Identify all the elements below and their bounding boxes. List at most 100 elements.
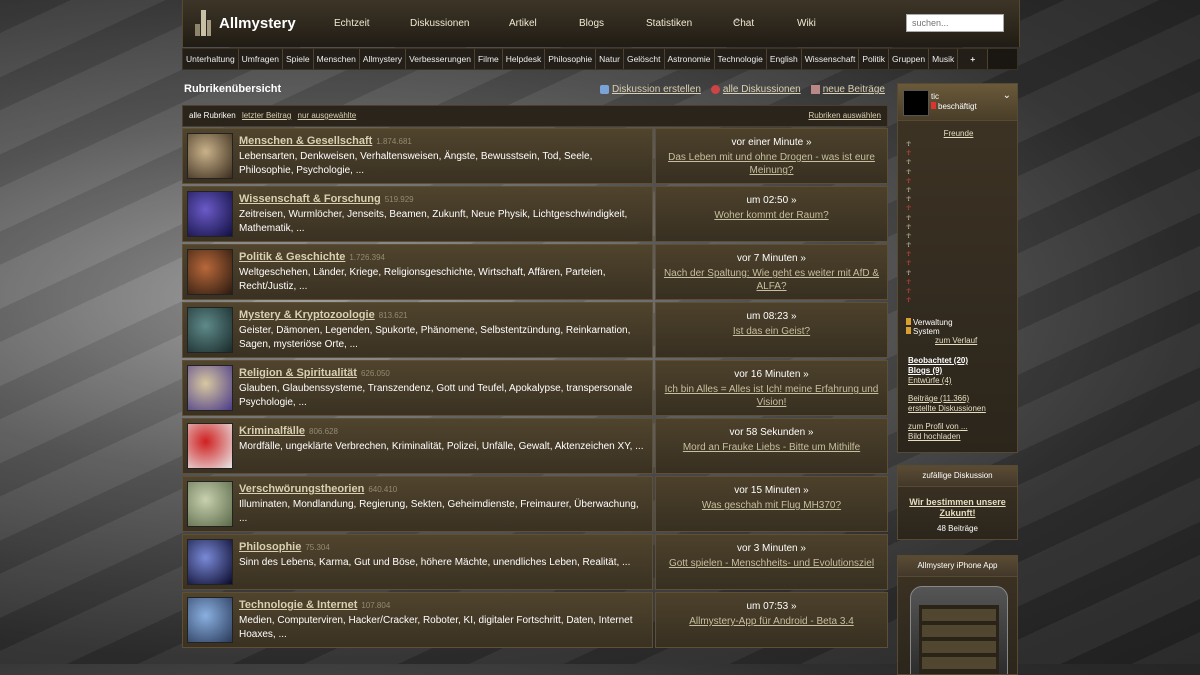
painting-thumb[interactable] bbox=[187, 365, 233, 411]
last-post-link[interactable]: Ist das ein Geist? bbox=[656, 325, 887, 338]
category-tab-astronomie[interactable]: Astronomie bbox=[664, 49, 715, 69]
last-post-time[interactable]: vor 16 Minuten » bbox=[656, 369, 887, 380]
friends-link[interactable]: Freunde bbox=[898, 129, 1019, 138]
posts-link[interactable]: Beiträge (11.366) bbox=[908, 394, 986, 404]
category-link[interactable]: Kriminalfälle bbox=[239, 425, 305, 437]
category-tab-gruppen[interactable]: Gruppen bbox=[889, 49, 930, 69]
last-post-time[interactable]: vor einer Minute » bbox=[656, 137, 887, 148]
friend-icon[interactable]: ☥ bbox=[906, 241, 916, 250]
last-post-time[interactable]: um 02:50 » bbox=[656, 195, 887, 206]
category-tab-unterhaltung[interactable]: Unterhaltung bbox=[183, 49, 239, 69]
blogs-link[interactable]: Blogs (9) bbox=[908, 366, 986, 376]
post-count: 640.410 bbox=[368, 485, 398, 494]
category-tab-allmystery[interactable]: Allmystery bbox=[359, 49, 407, 69]
profile-link[interactable]: zum Profil von ... bbox=[908, 422, 986, 432]
create-discussion-link[interactable]: Diskussion erstellen bbox=[599, 84, 701, 95]
category-tab-english[interactable]: English bbox=[766, 49, 802, 69]
last-post-link[interactable]: Mord an Frauke Liebs - Bitte um Mithilfe bbox=[656, 441, 887, 454]
friend-icon[interactable]: ☥ bbox=[906, 296, 916, 305]
chevron-down-icon[interactable]: ⌄ bbox=[1003, 90, 1011, 101]
username[interactable]: tic bbox=[931, 92, 939, 101]
category-tab-umfragen[interactable]: Umfragen bbox=[238, 49, 283, 69]
created-discussions-link[interactable]: erstellte Diskussionen bbox=[908, 404, 986, 414]
category-tab-gelöscht[interactable]: Gelöscht bbox=[623, 49, 665, 69]
galaxy-thumb[interactable] bbox=[187, 191, 233, 237]
category-tab-verbesserungen[interactable]: Verbesserungen bbox=[406, 49, 475, 69]
category-link[interactable]: Philosophie bbox=[239, 541, 301, 553]
last-post-time[interactable]: vor 3 Minuten » bbox=[656, 543, 887, 554]
friend-icon[interactable]: ☥ bbox=[906, 149, 916, 158]
category-tab-politik[interactable]: Politik bbox=[859, 49, 889, 69]
phone-image[interactable] bbox=[910, 586, 1008, 674]
friend-icon[interactable]: ☥ bbox=[906, 278, 916, 287]
category-tab-natur[interactable]: Natur bbox=[596, 49, 624, 69]
last-post-link[interactable]: Nach der Spaltung: Wie geht es weiter mi… bbox=[656, 267, 887, 293]
friend-icon[interactable]: ☥ bbox=[906, 223, 916, 232]
greek-vase-thumb[interactable] bbox=[187, 249, 233, 295]
category-link[interactable]: Menschen & Gesellschaft bbox=[239, 135, 372, 147]
last-post-time[interactable]: vor 15 Minuten » bbox=[656, 485, 887, 496]
search-input[interactable] bbox=[906, 14, 1004, 32]
pyramid-eye-thumb[interactable] bbox=[187, 481, 233, 527]
category-link[interactable]: Religion & Spiritualität bbox=[239, 367, 357, 379]
history-link[interactable]: zum Verlauf bbox=[935, 336, 977, 345]
category-tab-menschen[interactable]: Menschen bbox=[313, 49, 360, 69]
avatar[interactable] bbox=[903, 90, 929, 116]
watched-link[interactable]: Beobachtet (20) bbox=[908, 356, 986, 366]
category-tab-technologie[interactable]: Technologie bbox=[714, 49, 767, 69]
category-tab-spiele[interactable]: Spiele bbox=[283, 49, 314, 69]
category-row: Religion & Spiritualität 626.050 Glauben,… bbox=[182, 360, 888, 416]
site-logo[interactable]: Allmystery bbox=[195, 10, 296, 36]
category-tab-philosophie[interactable]: Philosophie bbox=[545, 49, 597, 69]
upload-image-link[interactable]: Bild hochladen bbox=[908, 432, 986, 442]
earth-tech-thumb[interactable] bbox=[187, 597, 233, 643]
last-post-link[interactable]: Gott spielen - Menschheits- und Evolutio… bbox=[656, 557, 887, 570]
filter-last-post[interactable]: letzter Beitrag bbox=[242, 111, 291, 120]
last-post-link[interactable]: Was geschah mit Flug MH370? bbox=[656, 499, 887, 512]
last-post-link[interactable]: Ich bin Alles = Alles ist Ich! meine Erf… bbox=[656, 383, 887, 409]
friend-icon[interactable]: ☥ bbox=[906, 232, 916, 241]
friend-icon[interactable]: ☥ bbox=[906, 177, 916, 186]
category-tab-helpdesk[interactable]: Helpdesk bbox=[502, 49, 546, 69]
friend-icon[interactable]: ☥ bbox=[906, 287, 916, 296]
select-categories-link[interactable]: Rubriken auswählen bbox=[809, 106, 882, 126]
friend-icon[interactable]: ☥ bbox=[906, 269, 916, 278]
category-link[interactable]: Technologie & Internet bbox=[239, 599, 357, 611]
category-tab-wissenschaft[interactable]: Wissenschaft bbox=[801, 49, 860, 69]
category-link[interactable]: Verschwörungstheorien bbox=[239, 483, 364, 495]
head-thumb[interactable] bbox=[187, 133, 233, 179]
friend-icon[interactable]: ☥ bbox=[906, 186, 916, 195]
new-posts-link[interactable]: neue Beiträge bbox=[810, 84, 885, 95]
sea-monster-thumb[interactable] bbox=[187, 307, 233, 353]
drafts-link[interactable]: Entwürfe (4) bbox=[908, 376, 986, 386]
last-post-link[interactable]: Allmystery-App für Android - Beta 3.4 bbox=[656, 615, 887, 628]
category-link[interactable]: Wissenschaft & Forschung bbox=[239, 193, 381, 205]
random-discussion-link[interactable]: Wir bestimmen unsere Zukunft! bbox=[898, 497, 1017, 519]
filter-all[interactable]: alle Rubriken bbox=[189, 111, 236, 120]
mandala-thumb[interactable] bbox=[187, 539, 233, 585]
friend-icon[interactable]: ☥ bbox=[906, 250, 916, 259]
last-post-link[interactable]: Woher kommt der Raum? bbox=[656, 209, 887, 222]
friend-icon[interactable]: ☥ bbox=[906, 204, 916, 213]
last-post-time[interactable]: vor 58 Sekunden » bbox=[656, 427, 887, 438]
iphone-app-header: Allmystery iPhone App bbox=[898, 556, 1017, 577]
category-tab-filme[interactable]: Filme bbox=[474, 49, 503, 69]
category-link[interactable]: Politik & Geschichte bbox=[239, 251, 345, 263]
filter-selected[interactable]: nur ausgewählte bbox=[298, 111, 357, 120]
crime-tape-thumb[interactable] bbox=[187, 423, 233, 469]
last-post-link[interactable]: Das Leben mit und ohne Drogen - was ist … bbox=[656, 151, 887, 177]
friend-icon[interactable]: ☥ bbox=[906, 168, 916, 177]
last-post-time[interactable]: vor 7 Minuten » bbox=[656, 253, 887, 264]
friend-icon[interactable]: ☥ bbox=[906, 158, 916, 167]
category-tab-musik[interactable]: Musik bbox=[929, 49, 959, 69]
friend-icon[interactable]: ☥ bbox=[906, 140, 916, 149]
category-description: Sinn des Lebens, Karma, Gut und Böse, hö… bbox=[239, 557, 631, 568]
last-post-time[interactable]: um 08:23 » bbox=[656, 311, 887, 322]
category-link[interactable]: Mystery & Kryptozoologie bbox=[239, 309, 375, 321]
all-discussions-link[interactable]: alle Diskussionen bbox=[710, 84, 801, 95]
friend-icon[interactable]: ☥ bbox=[906, 259, 916, 268]
category-tab-more[interactable]: + bbox=[958, 49, 989, 69]
last-post-time[interactable]: um 07:53 » bbox=[656, 601, 887, 612]
friend-icon[interactable]: ☥ bbox=[906, 195, 916, 204]
friend-icon[interactable]: ☥ bbox=[906, 214, 916, 223]
